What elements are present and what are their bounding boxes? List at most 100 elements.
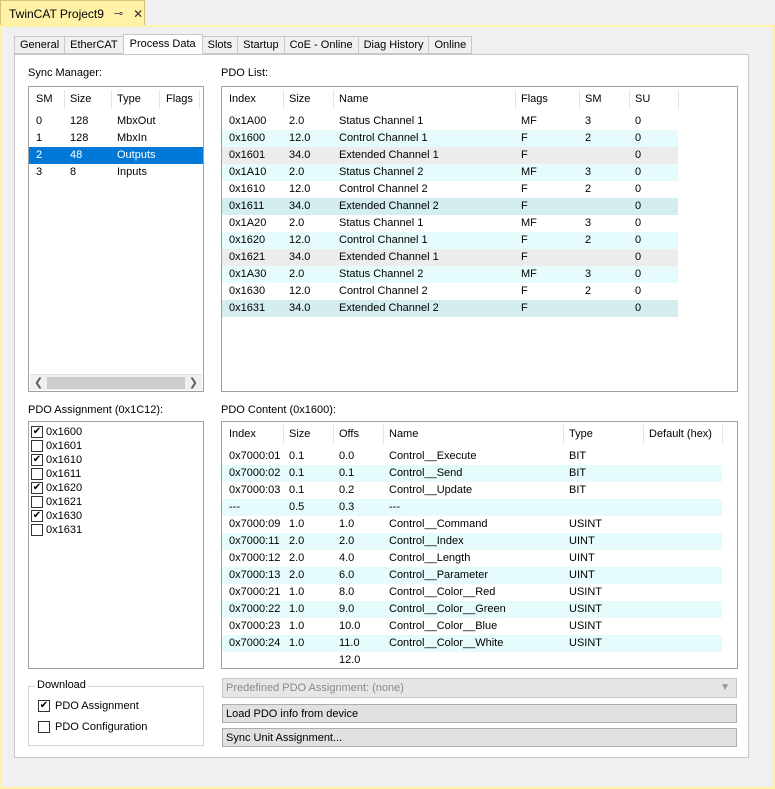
pdo-list-col-su[interactable]: SU xyxy=(635,93,650,105)
sync-manager-row[interactable]: 2 48 Outputs xyxy=(29,147,203,164)
pdo-list-row[interactable]: 0x1A30 2.0 Status Channel 2 MF 3 0 xyxy=(222,266,678,283)
pdo-list-row[interactable]: 0x1621 34.0 Extended Channel 1 F 0 xyxy=(222,249,678,266)
pdo-list-row[interactable]: 0x1611 34.0 Extended Channel 2 F 0 xyxy=(222,198,678,215)
column-separator[interactable] xyxy=(283,425,284,444)
checkbox-icon[interactable] xyxy=(31,524,43,536)
pdo-content-row[interactable]: 0x7000:03 0.1 0.2 Control__Update BIT xyxy=(222,482,722,499)
download-option[interactable]: ✔ PDO Assignment xyxy=(38,699,139,713)
pdo-content-row[interactable]: 0x7000:21 1.0 8.0 Control__Color__Red USINT xyxy=(222,584,722,601)
sync-manager-row[interactable]: 3 8 Inputs xyxy=(29,164,203,181)
pdo-assignment-item[interactable]: 0x1631 xyxy=(31,523,82,537)
pdo-content-row[interactable]: 0x7000:24 1.0 11.0 Control__Color__White USI… xyxy=(222,635,722,652)
pdo-content-col-name[interactable]: Name xyxy=(389,428,418,440)
pdo-assignment-item[interactable]: ✔ 0x1630 xyxy=(31,509,82,523)
close-icon[interactable]: ✕ xyxy=(133,7,143,21)
checkbox-icon[interactable] xyxy=(31,496,43,508)
tab-coe-online[interactable]: CoE - Online xyxy=(283,36,358,54)
column-separator[interactable] xyxy=(64,90,65,109)
pdo-content-row[interactable]: 0x7000:23 1.0 10.0 Control__Color__Blue USIN… xyxy=(222,618,722,635)
pdo-list-row[interactable]: 0x1610 12.0 Control Channel 2 F 2 0 xyxy=(222,181,678,198)
tab-diag-history[interactable]: Diag History xyxy=(357,36,429,54)
column-separator[interactable] xyxy=(333,425,334,444)
pdo-content-row[interactable]: 12.0 xyxy=(222,652,722,668)
sync-manager-list[interactable]: ❮ ❯ SM Size Type Flags 0 128 MbxOut 1 128 MbxIn 2 4… xyxy=(28,86,204,392)
download-option[interactable]: PDO Configuration xyxy=(38,720,147,734)
checked-checkbox-icon[interactable]: ✔ xyxy=(38,700,50,712)
column-separator[interactable] xyxy=(383,425,384,444)
load-pdo-info-button[interactable]: Load PDO info from device xyxy=(222,704,737,723)
checked-checkbox-icon[interactable]: ✔ xyxy=(31,454,43,466)
column-separator[interactable] xyxy=(515,90,516,109)
scroll-right-icon[interactable]: ❯ xyxy=(189,376,198,389)
pdo-list-col-name[interactable]: Name xyxy=(339,93,368,105)
pdo-content-row[interactable]: --- 0.5 0.3 --- xyxy=(222,499,722,516)
pdo-assignment-item[interactable]: ✔ 0x1600 xyxy=(31,425,82,439)
sync-unit-assignment-button[interactable]: Sync Unit Assignment... xyxy=(222,728,737,747)
pdo-assignment-list[interactable]: ✔ 0x1600 0x1601 ✔ 0x1610 0x1611 ✔ 0x1620 0x1621 ✔… xyxy=(28,421,204,669)
pdo-list-row[interactable]: 0x1600 12.0 Control Channel 1 F 2 0 xyxy=(222,130,678,147)
pdo-content-row[interactable]: 0x7000:22 1.0 9.0 Control__Color__Green USIN… xyxy=(222,601,722,618)
tab-online[interactable]: Online xyxy=(428,36,473,54)
column-separator[interactable] xyxy=(283,90,284,109)
pdo-list-row[interactable]: 0x1631 34.0 Extended Channel 2 F 0 xyxy=(222,300,678,317)
pdo-list-col-index[interactable]: Index xyxy=(229,93,256,105)
sync-manager-col-type[interactable]: Type xyxy=(117,93,141,105)
pdo-content-row[interactable]: 0x7000:12 2.0 4.0 Control__Length UINT xyxy=(222,550,722,567)
tab-slots[interactable]: Slots xyxy=(202,36,238,54)
sync-manager-col-flags[interactable]: Flags xyxy=(166,93,193,105)
checkbox-icon[interactable] xyxy=(31,440,43,452)
pdo-content-col-offs[interactable]: Offs xyxy=(339,428,359,440)
pdo-assignment-item[interactable]: 0x1601 xyxy=(31,439,82,453)
pdo-list-row[interactable]: 0x1A00 2.0 Status Channel 1 MF 3 0 xyxy=(222,113,678,130)
sync-manager-row[interactable]: 1 128 MbxIn xyxy=(29,130,203,147)
tab-general[interactable]: General xyxy=(14,36,65,54)
pdo-list[interactable]: Index Size Name Flags SM SU 0x1A00 2.0 Status Ch… xyxy=(221,86,738,392)
scroll-thumb[interactable] xyxy=(47,377,185,389)
tab-ethercat[interactable]: EtherCAT xyxy=(64,36,123,54)
pdo-list-row[interactable]: 0x1A10 2.0 Status Channel 2 MF 3 0 xyxy=(222,164,678,181)
pdo-content-row[interactable]: 0x7000:01 0.1 0.0 Control__Execute BIT xyxy=(222,448,722,465)
checkbox-icon[interactable] xyxy=(31,468,43,480)
checked-checkbox-icon[interactable]: ✔ xyxy=(31,482,43,494)
pdo-list-row[interactable]: 0x1601 34.0 Extended Channel 1 F 0 xyxy=(222,147,678,164)
pdo-list-row[interactable]: 0x1630 12.0 Control Channel 2 F 2 0 xyxy=(222,283,678,300)
pdo-content-row[interactable]: 0x7000:09 1.0 1.0 Control__Command USINT xyxy=(222,516,722,533)
pdo-content-col-type[interactable]: Type xyxy=(569,428,593,440)
scroll-left-icon[interactable]: ❮ xyxy=(34,376,43,389)
pdo-assignment-item[interactable]: ✔ 0x1620 xyxy=(31,481,82,495)
sync-manager-hscroll[interactable]: ❮ ❯ xyxy=(30,374,202,390)
checked-checkbox-icon[interactable]: ✔ xyxy=(31,426,43,438)
column-separator[interactable] xyxy=(333,90,334,109)
pin-icon[interactable]: ⊸ xyxy=(114,7,123,20)
checkbox-icon[interactable] xyxy=(38,721,50,733)
pdo-content-row[interactable]: 0x7000:02 0.1 0.1 Control__Send BIT xyxy=(222,465,722,482)
checked-checkbox-icon[interactable]: ✔ xyxy=(31,510,43,522)
sync-manager-col-sm[interactable]: SM xyxy=(36,93,53,105)
column-separator[interactable] xyxy=(199,90,200,109)
pdo-list-col-sm[interactable]: SM xyxy=(585,93,602,105)
column-separator[interactable] xyxy=(722,425,723,444)
tab-startup[interactable]: Startup xyxy=(237,36,284,54)
predefined-pdo-assignment-combo[interactable]: Predefined PDO Assignment: (none) ▼ xyxy=(222,678,737,698)
pdo-content-col-size[interactable]: Size xyxy=(289,428,310,440)
column-separator[interactable] xyxy=(678,90,679,109)
column-separator[interactable] xyxy=(579,90,580,109)
pdo-assignment-item[interactable]: ✔ 0x1610 xyxy=(31,453,82,467)
pdo-content-col-default-hex[interactable]: Default (hex) xyxy=(649,428,712,440)
document-tab[interactable]: TwinCAT Project9 ⊸ ✕ xyxy=(0,0,145,26)
column-separator[interactable] xyxy=(563,425,564,444)
pdo-list-col-flags[interactable]: Flags xyxy=(521,93,548,105)
pdo-assignment-item[interactable]: 0x1621 xyxy=(31,495,82,509)
column-separator[interactable] xyxy=(643,425,644,444)
pdo-list-col-size[interactable]: Size xyxy=(289,93,310,105)
pdo-content-row[interactable]: 0x7000:13 2.0 6.0 Control__Parameter UINT xyxy=(222,567,722,584)
column-separator[interactable] xyxy=(111,90,112,109)
sync-manager-row[interactable]: 0 128 MbxOut xyxy=(29,113,203,130)
pdo-list-row[interactable]: 0x1620 12.0 Control Channel 1 F 2 0 xyxy=(222,232,678,249)
pdo-content-list[interactable]: Index Size Offs Name Type Default (hex) 0x7000… xyxy=(221,421,738,669)
pdo-content-col-index[interactable]: Index xyxy=(229,428,256,440)
pdo-content-row[interactable]: 0x7000:11 2.0 2.0 Control__Index UINT xyxy=(222,533,722,550)
column-separator[interactable] xyxy=(159,90,160,109)
sync-manager-col-size[interactable]: Size xyxy=(70,93,91,105)
tab-process-data[interactable]: Process Data xyxy=(122,34,203,54)
